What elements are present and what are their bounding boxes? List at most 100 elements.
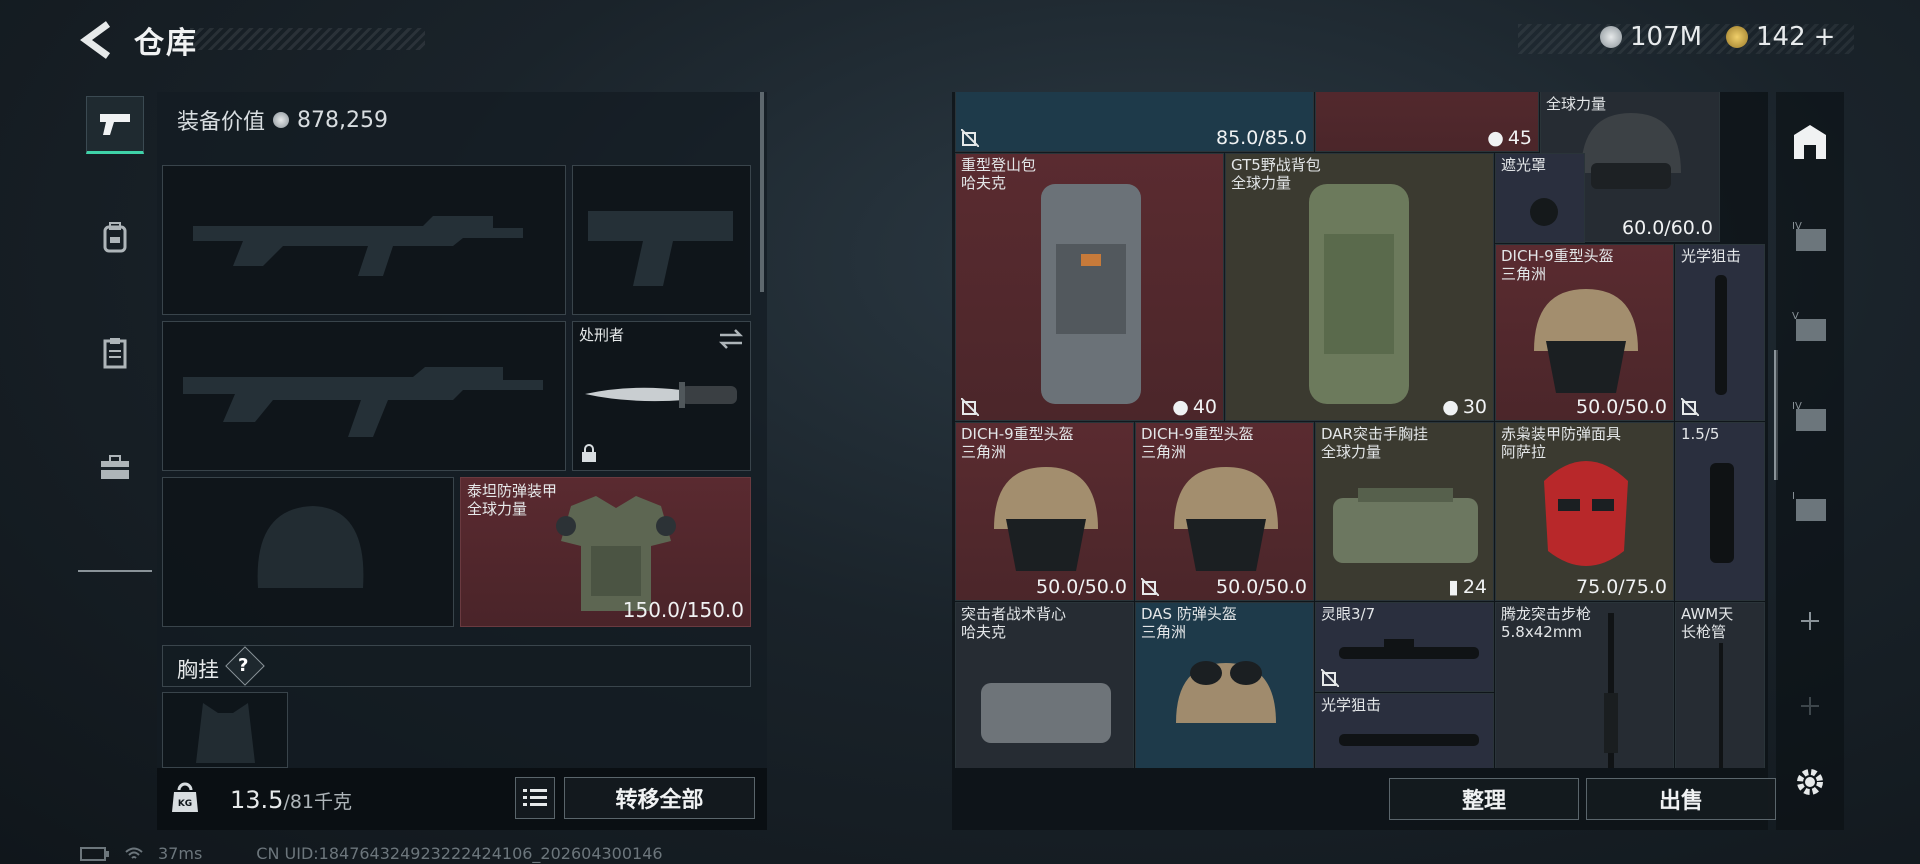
tab-backpack[interactable] [86, 208, 144, 266]
settings-button[interactable] [1786, 758, 1834, 806]
chest-rig-section: 胸挂 ? [162, 645, 751, 687]
melee-slot[interactable]: 处刑者 [572, 321, 751, 471]
equipment-value: 装备价值 878,259 [177, 104, 388, 136]
primary-weapon-slot[interactable] [162, 165, 566, 315]
help-icon[interactable]: ? [238, 655, 248, 676]
swap-icon[interactable] [718, 328, 744, 350]
v-case-icon: V [1792, 311, 1826, 341]
page-title: 仓库 [134, 26, 198, 61]
grid-item[interactable]: DAR突击手胸挂 全球力量 ▮ 24 [1315, 422, 1494, 601]
grid-item[interactable]: 1.5/5 [1675, 422, 1765, 601]
warehouse-icon [1794, 125, 1826, 159]
svg-text:IV: IV [1792, 221, 1802, 232]
svg-text:I: I [1792, 491, 1795, 502]
pistol-silhouette-icon [588, 211, 733, 286]
grid-item[interactable]: AWM天 长枪管 [1675, 602, 1765, 768]
storage-tab-i[interactable]: I [1786, 482, 1834, 530]
grid-item[interactable]: GT5野战背包 全球力量 ● 30 [1225, 153, 1494, 421]
ammo-icon: ● [1487, 127, 1504, 149]
top-bar: 仓库 107M 142 + [0, 0, 1920, 80]
body-armor-image [556, 496, 676, 611]
silver-currency: 107M [1600, 22, 1702, 52]
grid-item[interactable]: 光学狙击 [1675, 244, 1765, 421]
grid-item[interactable]: 重型登山包 哈夫克 ● 40 [955, 153, 1224, 421]
iv-folder-icon: IV [1792, 221, 1826, 251]
plus-icon [1801, 612, 1819, 630]
chest-rig-slot[interactable] [162, 692, 288, 768]
item-name: 1.5/5 [1681, 425, 1720, 443]
item-name: 突击者战术背心 哈夫克 [961, 605, 1067, 641]
equip-value-amount: 878,259 [297, 107, 388, 133]
body-armor-slot[interactable]: 泰坦防弹装甲 全球力量 150.0/150.0 [460, 477, 751, 627]
silver-coin-icon [1600, 26, 1622, 48]
sort-button[interactable]: 整理 [1389, 778, 1579, 820]
back-arrow-icon[interactable] [78, 20, 114, 60]
item-name: DICH-9重型头盔 三角洲 [961, 425, 1074, 461]
item-count: ▮ 24 [1448, 576, 1487, 598]
helmet-slot[interactable] [162, 477, 454, 627]
scope-image [1710, 463, 1734, 563]
grid-item[interactable]: 灵眼3/7 [1315, 602, 1494, 692]
grid-item[interactable]: DAS 防弹头盔 三角洲 [1135, 602, 1314, 768]
transfer-all-button[interactable]: 转移全部 [564, 777, 755, 819]
rifle-silhouette-icon [193, 216, 523, 276]
grid-item[interactable]: ● 45 [1315, 92, 1539, 152]
tab-chest-rig[interactable] [86, 324, 144, 382]
shade-image [1530, 198, 1558, 226]
list-icon [523, 789, 547, 806]
item-durability: 85.0/85.0 [1215, 127, 1307, 149]
item-name: DICH-9重型头盔 三角洲 [1501, 247, 1614, 283]
storage-tab-main[interactable] [1786, 117, 1834, 165]
grid-item[interactable]: 赤枭装甲防弹面具 阿萨拉 75.0/75.0 [1495, 422, 1674, 601]
helmet-image [994, 467, 1098, 571]
item-name: 灵眼3/7 [1321, 605, 1376, 623]
battery-icon [80, 846, 109, 861]
weight-icon: KG [172, 782, 198, 812]
helmet-silhouette-icon [257, 506, 364, 588]
armor-name: 泰坦防弹装甲 全球力量 [467, 482, 558, 518]
scope-image [1339, 734, 1479, 746]
backpack-icon [103, 222, 127, 253]
add-storage-button[interactable] [1786, 597, 1834, 645]
grid-item[interactable]: DICH-9重型头盔 三角洲 50.0/50.0 [955, 422, 1134, 601]
uid-text: CN UID:184764324923222424106_20260430014… [256, 844, 663, 863]
list-view-button[interactable] [515, 777, 555, 819]
storage-tab-iv[interactable]: IV [1786, 212, 1834, 260]
tab-weapons[interactable] [86, 96, 144, 154]
rifle-image [1604, 613, 1618, 768]
grid-item[interactable]: DICH-9重型头盔 三角洲 50.0/50.0 [1495, 244, 1674, 421]
svg-text:V: V [1792, 311, 1799, 322]
grid-item[interactable]: 突击者战术背心 哈夫克 [955, 602, 1134, 768]
armor-durability: 150.0/150.0 [622, 598, 744, 622]
secondary-weapon-slot[interactable] [162, 321, 566, 471]
loadout-scrollbar[interactable] [760, 92, 764, 292]
no-insure-icon [961, 129, 979, 147]
add-gold-icon[interactable]: + [1814, 22, 1836, 52]
sell-button[interactable]: 出售 [1586, 778, 1776, 820]
clipboard-icon [103, 338, 127, 369]
grid-item[interactable]: 腾龙突击步枪 5.8x42mm [1495, 602, 1674, 768]
scope-image [1339, 639, 1479, 659]
toolbox-icon [101, 455, 129, 479]
tab-safebox[interactable] [86, 438, 144, 496]
grid-item[interactable]: DICH-9重型头盔 三角洲 50.0/50.0 [1135, 422, 1314, 601]
grid-item[interactable]: 遮光罩 [1495, 153, 1585, 243]
grid-item[interactable]: 光学狙击 [1315, 693, 1494, 768]
ammo-icon: ● [1442, 396, 1459, 418]
storage-tab-v[interactable]: V [1786, 302, 1834, 350]
no-insure-icon [1141, 578, 1159, 596]
item-durability: 50.0/50.0 [1575, 396, 1667, 418]
helmet-image [1176, 661, 1276, 723]
pistol-slot[interactable] [572, 165, 751, 315]
no-insure-icon [1681, 398, 1699, 416]
storage-tab-iv-plus[interactable]: IV [1786, 392, 1834, 440]
item-durability: 50.0/50.0 [1215, 576, 1307, 598]
grid-item[interactable]: 85.0/85.0 [955, 92, 1314, 152]
gold-currency[interactable]: 142 + [1726, 22, 1835, 52]
weight-value: 13.5 [230, 786, 284, 814]
item-durability: 75.0/75.0 [1575, 576, 1667, 598]
backpack-image [1309, 184, 1409, 404]
silver-amount: 107M [1630, 22, 1703, 52]
ammo-icon: ● [1172, 396, 1189, 418]
rifle-silhouette-icon [183, 367, 543, 437]
